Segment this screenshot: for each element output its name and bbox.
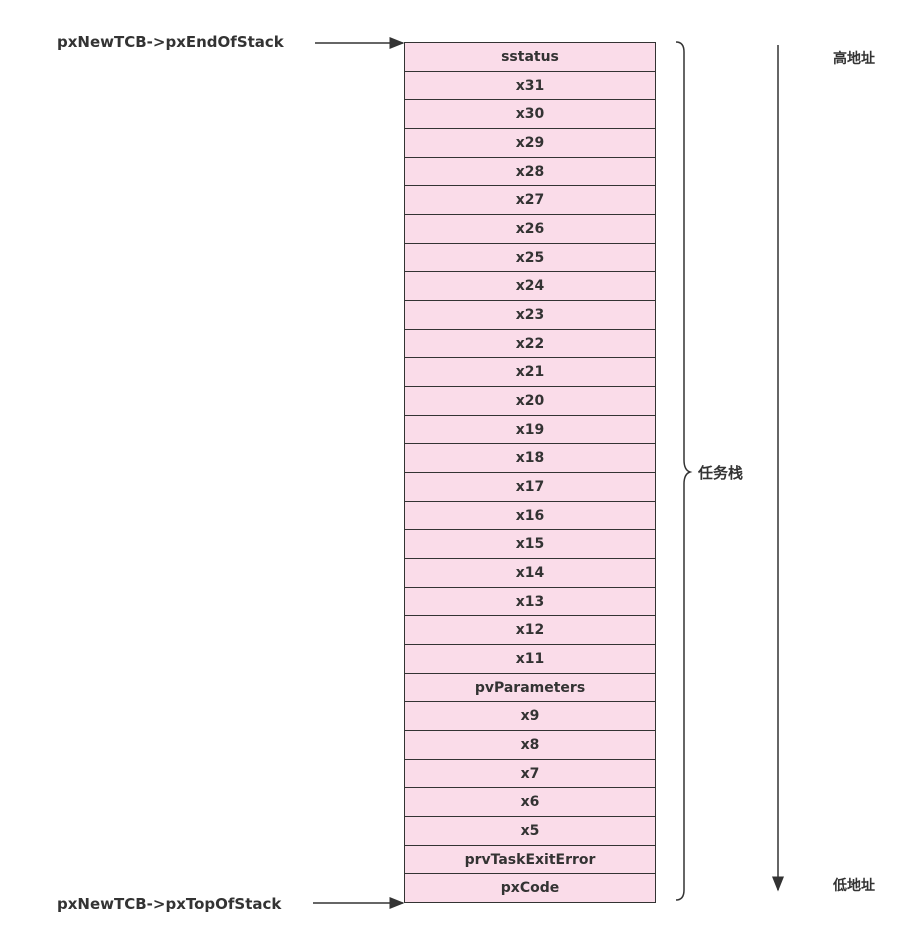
- task-stack-label: 任务栈: [698, 464, 744, 482]
- stack-cell: x25: [405, 243, 655, 273]
- stack-cell: x7: [405, 759, 655, 789]
- stack-cell: x11: [405, 645, 655, 674]
- stack-cell: sstatus: [405, 43, 655, 72]
- stack-cell: x15: [405, 530, 655, 560]
- stack-cell: x21: [405, 358, 655, 388]
- stack-cell: x30: [405, 100, 655, 130]
- stack-cell: x24: [405, 272, 655, 302]
- stack-cell: x22: [405, 329, 655, 359]
- stack-cell: pvParameters: [405, 673, 655, 703]
- stack-cell: pxCode: [405, 874, 655, 903]
- stack-cell: x23: [405, 301, 655, 330]
- low-address-label: 低地址: [833, 878, 875, 894]
- high-address-label: 高地址: [833, 51, 875, 67]
- stack-cell: x27: [405, 186, 655, 216]
- stack-cell: x13: [405, 587, 655, 617]
- stack-cell: x9: [405, 702, 655, 732]
- stack-cell: x12: [405, 616, 655, 646]
- stack-cell: prvTaskExitError: [405, 845, 655, 875]
- stack-cell: x19: [405, 415, 655, 445]
- stack-cell: x20: [405, 387, 655, 416]
- top-of-stack-pointer-label: pxNewTCB->pxTopOfStack: [57, 895, 282, 913]
- stack-cell: x29: [405, 129, 655, 158]
- stack-cell: x16: [405, 501, 655, 531]
- stack-cell: x5: [405, 817, 655, 846]
- end-of-stack-pointer-label: pxNewTCB->pxEndOfStack: [57, 33, 284, 51]
- stack-brace: [675, 41, 693, 901]
- stack-cell: x8: [405, 731, 655, 760]
- stack-cell: x26: [405, 215, 655, 244]
- stack-cell: x18: [405, 444, 655, 474]
- stack-cell: x17: [405, 473, 655, 502]
- stack-cell: x6: [405, 788, 655, 818]
- stack-cell: x31: [405, 71, 655, 101]
- task-stack: sstatus x31 x30 x29 x28 x27 x26 x25 x24 x23 x22 x21…: [404, 42, 656, 903]
- stack-cell: x14: [405, 559, 655, 588]
- stack-cell: x28: [405, 157, 655, 187]
